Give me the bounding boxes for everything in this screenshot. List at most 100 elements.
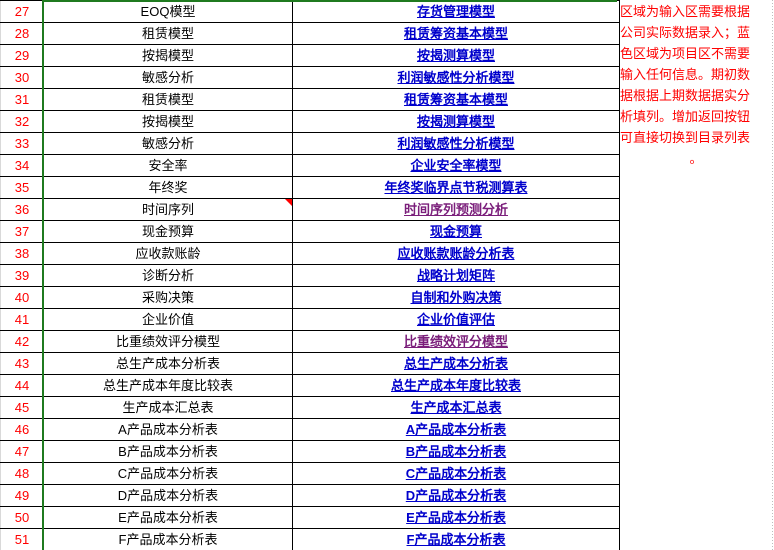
sheet-hyperlink[interactable]: D产品成本分析表 xyxy=(406,488,506,503)
model-name-cell[interactable]: 采购决策 xyxy=(43,286,293,309)
hyperlink-cell[interactable]: 总生产成本分析表 xyxy=(292,352,620,375)
row-number-cell[interactable]: 46 xyxy=(0,418,44,441)
sheet-hyperlink[interactable]: 租赁筹资基本模型 xyxy=(404,92,508,107)
row-number-cell[interactable]: 37 xyxy=(0,220,44,243)
hyperlink-cell[interactable]: 年终奖临界点节税测算表 xyxy=(292,176,620,199)
hyperlink-cell[interactable]: A产品成本分析表 xyxy=(292,418,620,441)
row-number-cell[interactable]: 45 xyxy=(0,396,44,419)
row-number-cell[interactable]: 29 xyxy=(0,44,44,67)
sheet-hyperlink[interactable]: C产品成本分析表 xyxy=(406,466,506,481)
row-number-cell[interactable]: 28 xyxy=(0,22,44,45)
row-number-cell[interactable]: 48 xyxy=(0,462,44,485)
hyperlink-cell[interactable]: 按揭测算模型 xyxy=(292,44,620,67)
model-name-cell[interactable]: F产品成本分析表 xyxy=(43,528,293,550)
row-number-cell[interactable]: 43 xyxy=(0,352,44,375)
sheet-hyperlink[interactable]: 租赁筹资基本模型 xyxy=(404,26,508,41)
sheet-hyperlink[interactable]: A产品成本分析表 xyxy=(406,422,506,437)
sheet-hyperlink[interactable]: F产品成本分析表 xyxy=(407,532,506,547)
row-number-cell[interactable]: 39 xyxy=(0,264,44,287)
model-name-cell[interactable]: 现金预算 xyxy=(43,220,293,243)
sheet-hyperlink[interactable]: 按揭测算模型 xyxy=(417,48,495,63)
hyperlink-cell[interactable]: 时间序列预测分析 xyxy=(292,198,620,221)
row-number-cell[interactable]: 34 xyxy=(0,154,44,177)
model-name-cell[interactable]: 按揭模型 xyxy=(43,44,293,67)
row-number-cell[interactable]: 38 xyxy=(0,242,44,265)
sheet-hyperlink[interactable]: 现金预算 xyxy=(430,224,482,239)
spacer-cell[interactable] xyxy=(619,418,774,441)
hyperlink-cell[interactable]: 生产成本汇总表 xyxy=(292,396,620,419)
row-number-cell[interactable]: 50 xyxy=(0,506,44,529)
model-name-cell[interactable]: 诊断分析 xyxy=(43,264,293,287)
spacer-cell[interactable] xyxy=(619,330,774,353)
model-name-cell[interactable]: C产品成本分析表 xyxy=(43,462,293,485)
sheet-hyperlink[interactable]: 总生产成本分析表 xyxy=(404,356,508,371)
row-number-cell[interactable]: 49 xyxy=(0,484,44,507)
sheet-hyperlink[interactable]: 应收账款账龄分析表 xyxy=(397,246,514,261)
hyperlink-cell[interactable]: 租赁筹资基本模型 xyxy=(292,22,620,45)
model-name-cell[interactable]: 年终奖 xyxy=(43,176,293,199)
model-name-cell[interactable]: EOQ模型 xyxy=(43,0,293,23)
sheet-hyperlink[interactable]: E产品成本分析表 xyxy=(406,510,506,525)
sheet-hyperlink[interactable]: 年终奖临界点节税测算表 xyxy=(384,180,527,195)
model-name-cell[interactable]: 租赁模型 xyxy=(43,22,293,45)
sheet-hyperlink[interactable]: 总生产成本年度比较表 xyxy=(391,378,521,393)
model-name-cell[interactable]: 按揭模型 xyxy=(43,110,293,133)
row-number-cell[interactable]: 35 xyxy=(0,176,44,199)
model-name-cell[interactable]: 总生产成本年度比较表 xyxy=(43,374,293,397)
model-name-cell[interactable]: B产品成本分析表 xyxy=(43,440,293,463)
sheet-hyperlink[interactable]: 存货管理模型 xyxy=(417,4,495,19)
spacer-cell[interactable] xyxy=(619,242,774,265)
sheet-hyperlink[interactable]: 企业安全率模型 xyxy=(410,158,501,173)
model-name-cell[interactable]: 安全率 xyxy=(43,154,293,177)
spacer-cell[interactable] xyxy=(619,462,774,485)
model-name-cell[interactable]: 敏感分析 xyxy=(43,132,293,155)
spacer-cell[interactable] xyxy=(619,374,774,397)
sheet-hyperlink[interactable]: 企业价值评估 xyxy=(417,312,495,327)
hyperlink-cell[interactable]: 比重绩效评分模型 xyxy=(292,330,620,353)
row-number-cell[interactable]: 51 xyxy=(0,528,44,550)
spacer-cell[interactable] xyxy=(619,440,774,463)
spacer-cell[interactable] xyxy=(619,286,774,309)
sheet-hyperlink[interactable]: 利润敏感性分析模型 xyxy=(397,136,514,151)
hyperlink-cell[interactable]: 租赁筹资基本模型 xyxy=(292,88,620,111)
hyperlink-cell[interactable]: E产品成本分析表 xyxy=(292,506,620,529)
hyperlink-cell[interactable]: F产品成本分析表 xyxy=(292,528,620,550)
sheet-hyperlink[interactable]: 比重绩效评分模型 xyxy=(404,334,508,349)
sheet-hyperlink[interactable]: 时间序列预测分析 xyxy=(404,202,508,217)
model-name-cell[interactable]: 时间序列 xyxy=(43,198,293,221)
hyperlink-cell[interactable]: 企业安全率模型 xyxy=(292,154,620,177)
model-name-cell[interactable]: 应收款账龄 xyxy=(43,242,293,265)
row-number-cell[interactable]: 44 xyxy=(0,374,44,397)
hyperlink-cell[interactable]: 自制和外购决策 xyxy=(292,286,620,309)
spacer-cell[interactable] xyxy=(619,176,774,199)
sheet-hyperlink[interactable]: 战略计划矩阵 xyxy=(417,268,495,283)
spacer-cell[interactable] xyxy=(619,528,774,550)
spacer-cell[interactable] xyxy=(619,220,774,243)
spacer-cell[interactable] xyxy=(619,198,774,221)
spacer-cell[interactable] xyxy=(619,484,774,507)
model-name-cell[interactable]: E产品成本分析表 xyxy=(43,506,293,529)
hyperlink-cell[interactable]: 按揭测算模型 xyxy=(292,110,620,133)
sheet-hyperlink[interactable]: B产品成本分析表 xyxy=(406,444,506,459)
hyperlink-cell[interactable]: 总生产成本年度比较表 xyxy=(292,374,620,397)
hyperlink-cell[interactable]: D产品成本分析表 xyxy=(292,484,620,507)
spacer-cell[interactable] xyxy=(619,264,774,287)
hyperlink-cell[interactable]: B产品成本分析表 xyxy=(292,440,620,463)
row-number-cell[interactable]: 27 xyxy=(0,0,44,23)
model-name-cell[interactable]: 企业价值 xyxy=(43,308,293,331)
spacer-cell[interactable] xyxy=(619,308,774,331)
row-number-cell[interactable]: 32 xyxy=(0,110,44,133)
hyperlink-cell[interactable]: 存货管理模型 xyxy=(292,0,620,23)
model-name-cell[interactable]: A产品成本分析表 xyxy=(43,418,293,441)
spacer-cell[interactable] xyxy=(619,506,774,529)
hyperlink-cell[interactable]: 企业价值评估 xyxy=(292,308,620,331)
hyperlink-cell[interactable]: 利润敏感性分析模型 xyxy=(292,132,620,155)
model-name-cell[interactable]: 比重绩效评分模型 xyxy=(43,330,293,353)
hyperlink-cell[interactable]: C产品成本分析表 xyxy=(292,462,620,485)
row-number-cell[interactable]: 31 xyxy=(0,88,44,111)
hyperlink-cell[interactable]: 现金预算 xyxy=(292,220,620,243)
model-name-cell[interactable]: 敏感分析 xyxy=(43,66,293,89)
model-name-cell[interactable]: 租赁模型 xyxy=(43,88,293,111)
spacer-cell[interactable] xyxy=(619,396,774,419)
model-name-cell[interactable]: 总生产成本分析表 xyxy=(43,352,293,375)
